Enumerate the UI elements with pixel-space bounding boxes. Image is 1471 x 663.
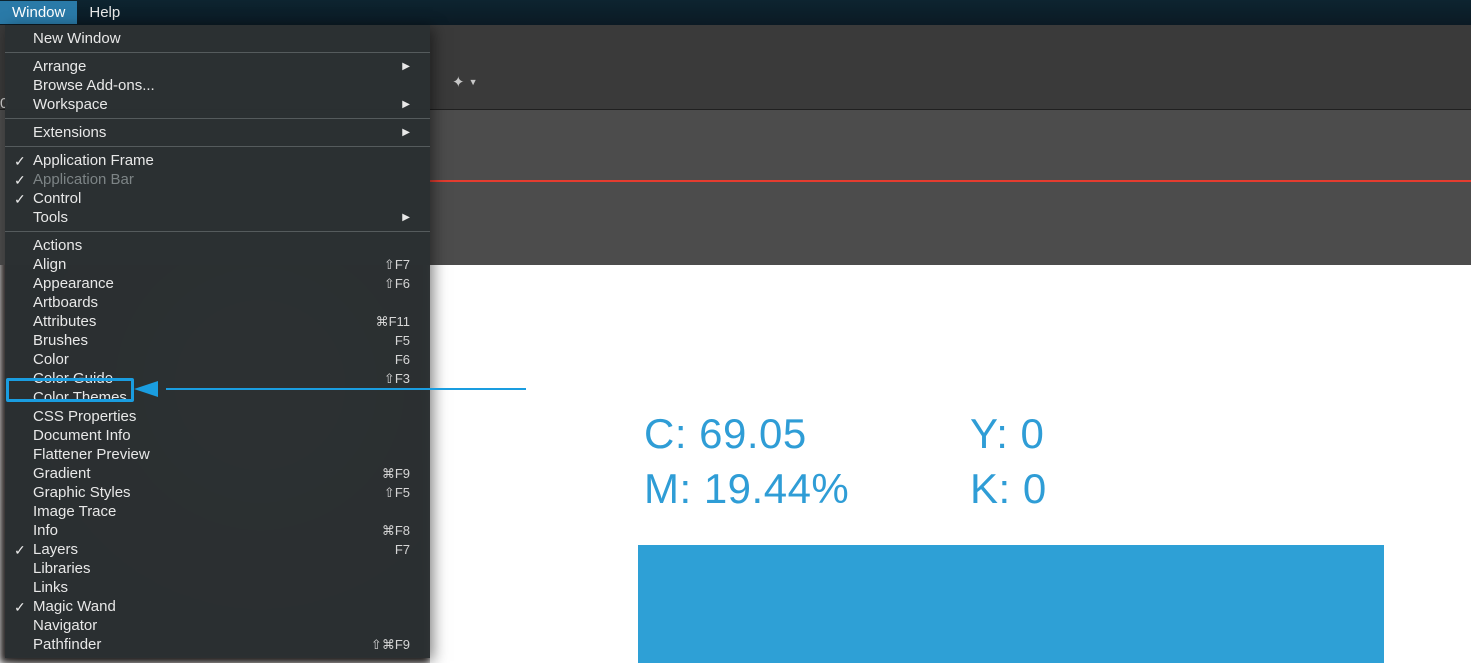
- menu-item-application-bar: ✓ Application Bar: [5, 170, 430, 189]
- label: Color: [33, 350, 69, 369]
- check-icon: ✓: [14, 598, 26, 617]
- shortcut: ⇧F6: [384, 274, 410, 293]
- shortcut: F7: [395, 540, 410, 559]
- shortcut: ⌘F11: [376, 312, 410, 331]
- menu-item-flattener-preview[interactable]: Flattener Preview: [5, 445, 430, 464]
- menu-item-libraries[interactable]: Libraries: [5, 559, 430, 578]
- menu-item-brushes[interactable]: Brushes F5: [5, 331, 430, 350]
- submenu-arrow-icon: ▶: [402, 95, 410, 114]
- check-icon: ✓: [14, 152, 26, 171]
- shortcut: F5: [395, 331, 410, 350]
- menu-item-navigator[interactable]: Navigator: [5, 616, 430, 635]
- menu-separator: [5, 231, 430, 232]
- shortcut: ⌘F8: [382, 521, 410, 540]
- menu-item-actions[interactable]: Actions: [5, 236, 430, 255]
- color-swatch-rect: [638, 545, 1384, 663]
- label: Color Guide: [33, 369, 113, 388]
- shortcut: ⌘F9: [382, 464, 410, 483]
- menu-item-info[interactable]: Info ⌘F8: [5, 521, 430, 540]
- cmyk-m-text: M: 19.44%: [644, 465, 849, 513]
- menu-item-color-themes[interactable]: Color Themes: [5, 388, 430, 407]
- label: Graphic Styles: [33, 483, 131, 502]
- label: Control: [33, 189, 81, 208]
- label: Flattener Preview: [33, 445, 150, 464]
- menu-item-artboards[interactable]: Artboards: [5, 293, 430, 312]
- menu-window[interactable]: Window: [0, 1, 77, 24]
- menu-item-layers[interactable]: ✓ Layers F7: [5, 540, 430, 559]
- menu-item-links[interactable]: Links: [5, 578, 430, 597]
- label: Magic Wand: [33, 597, 116, 616]
- cmyk-k-text: K: 0: [970, 465, 1047, 513]
- label: Artboards: [33, 293, 98, 312]
- cmyk-y-text: Y: 0: [970, 410, 1044, 458]
- menu-item-attributes[interactable]: Attributes ⌘F11: [5, 312, 430, 331]
- check-icon: ✓: [14, 541, 26, 560]
- label: Browse Add-ons...: [33, 76, 155, 95]
- menu-item-gradient[interactable]: Gradient ⌘F9: [5, 464, 430, 483]
- label: Application Frame: [33, 151, 154, 170]
- label: Links: [33, 578, 68, 597]
- artboard-guide-line: [430, 180, 1471, 182]
- label: Pathfinder: [33, 635, 101, 654]
- menu-item-pathfinder[interactable]: Pathfinder ⇧⌘F9: [5, 635, 430, 654]
- menu-item-magic-wand[interactable]: ✓ Magic Wand: [5, 597, 430, 616]
- menu-item-align[interactable]: Align ⇧F7: [5, 255, 430, 274]
- menu-item-appearance[interactable]: Appearance ⇧F6: [5, 274, 430, 293]
- label: Appearance: [33, 274, 114, 293]
- menu-bar: Window Help: [0, 0, 1471, 25]
- label: Document Info: [33, 426, 131, 445]
- menu-item-arrange[interactable]: Arrange ▶: [5, 57, 430, 76]
- label: Arrange: [33, 57, 86, 76]
- label: Align: [33, 255, 66, 274]
- check-icon: ✓: [14, 171, 26, 190]
- label: Application Bar: [33, 170, 134, 189]
- shortcut: F6: [395, 350, 410, 369]
- menu-item-workspace[interactable]: Workspace ▶: [5, 95, 430, 114]
- label: Actions: [33, 236, 82, 255]
- cmyk-c-text: C: 69.05: [644, 410, 807, 458]
- shortcut: ⇧F3: [384, 369, 410, 388]
- shortcut: ⇧⌘F9: [371, 635, 410, 654]
- label: Image Trace: [33, 502, 116, 521]
- label: Color Themes: [33, 388, 127, 407]
- menu-item-tools[interactable]: Tools ▶: [5, 208, 430, 227]
- label: New Window: [33, 29, 121, 48]
- menu-help[interactable]: Help: [77, 1, 132, 24]
- shortcut: ⇧F5: [384, 483, 410, 502]
- label: Gradient: [33, 464, 91, 483]
- menu-item-color-guide[interactable]: Color Guide ⇧F3: [5, 369, 430, 388]
- label: Extensions: [33, 123, 106, 142]
- label: Layers: [33, 540, 78, 559]
- menu-separator: [5, 118, 430, 119]
- label: Tools: [33, 208, 68, 227]
- magic-wand-glyph: ✦: [452, 73, 465, 91]
- menu-item-document-info[interactable]: Document Info: [5, 426, 430, 445]
- menu-item-browse-addons[interactable]: Browse Add-ons...: [5, 76, 430, 95]
- menu-separator: [5, 52, 430, 53]
- menu-item-image-trace[interactable]: Image Trace: [5, 502, 430, 521]
- label: Navigator: [33, 616, 97, 635]
- menu-item-new-window[interactable]: New Window: [5, 29, 430, 48]
- menu-item-css-properties[interactable]: CSS Properties: [5, 407, 430, 426]
- label: Libraries: [33, 559, 91, 578]
- submenu-arrow-icon: ▶: [402, 208, 410, 227]
- label: Workspace: [33, 95, 108, 114]
- menu-item-application-frame[interactable]: ✓ Application Frame: [5, 151, 430, 170]
- menu-separator: [5, 146, 430, 147]
- label: Info: [33, 521, 58, 540]
- label: Brushes: [33, 331, 88, 350]
- menu-item-control[interactable]: ✓ Control: [5, 189, 430, 208]
- submenu-arrow-icon: ▶: [402, 57, 410, 76]
- menu-item-graphic-styles[interactable]: Graphic Styles ⇧F5: [5, 483, 430, 502]
- magic-wand-options-icon[interactable]: ✦ ▼: [452, 73, 478, 91]
- check-icon: ✓: [14, 190, 26, 209]
- shortcut: ⇧F7: [384, 255, 410, 274]
- menu-item-color[interactable]: Color F6: [5, 350, 430, 369]
- dropdown-triangle-icon: ▼: [469, 77, 478, 87]
- label: CSS Properties: [33, 407, 136, 426]
- label: Attributes: [33, 312, 96, 331]
- menu-item-extensions[interactable]: Extensions ▶: [5, 123, 430, 142]
- submenu-arrow-icon: ▶: [402, 123, 410, 142]
- window-menu-dropdown: New Window Arrange ▶ Browse Add-ons... Wo…: [5, 25, 430, 658]
